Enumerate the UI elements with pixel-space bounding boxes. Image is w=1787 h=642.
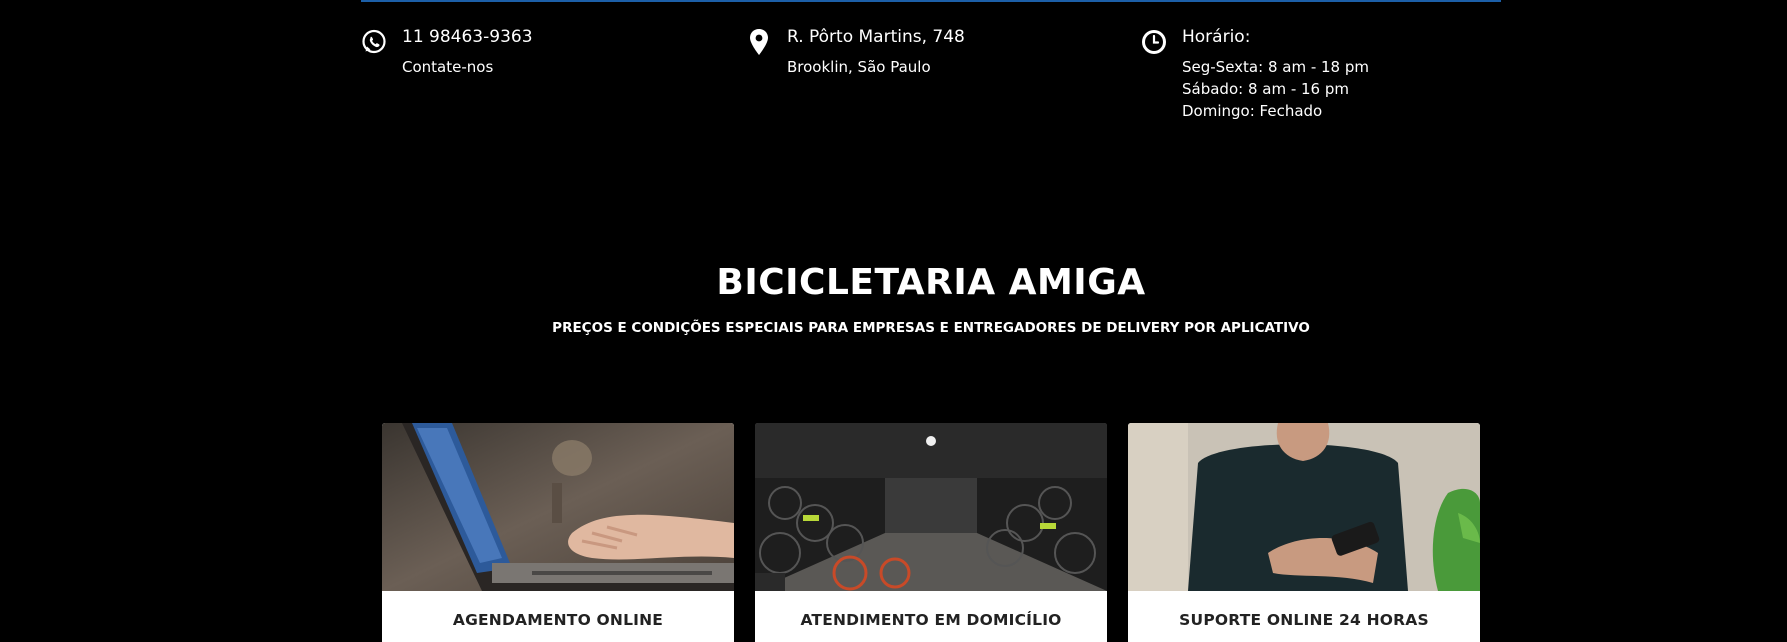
map-pin-icon bbox=[745, 28, 773, 56]
page-title: BICICLETARIA AMIGA bbox=[716, 262, 1146, 303]
page-subtitle: PREÇOS E CONDIÇÕES ESPECIAIS PARA EMPRES… bbox=[552, 320, 1310, 336]
address-street: R. Pôrto Martins, 748 bbox=[787, 27, 965, 47]
top-divider bbox=[361, 0, 1501, 2]
hours-line-saturday: Sábado: 8 am - 16 pm bbox=[1182, 80, 1349, 98]
card-title[interactable]: ATENDIMENTO EM DOMICÍLIO bbox=[755, 611, 1107, 629]
service-card-support[interactable]: SUPORTE ONLINE 24 HORAS bbox=[1128, 423, 1480, 642]
contact-label[interactable]: Contate-nos bbox=[402, 56, 533, 78]
page: 11 98463-9363 Contate-nos R. Pôrto Marti… bbox=[0, 0, 1787, 642]
phone-number[interactable]: 11 98463-9363 bbox=[402, 26, 533, 48]
laptop-typing-image bbox=[382, 423, 734, 591]
whatsapp-icon bbox=[360, 28, 388, 56]
service-card-scheduling[interactable]: AGENDAMENTO ONLINE bbox=[382, 423, 734, 642]
hours-line-weekdays: Seg-Sexta: 8 am - 18 pm bbox=[1182, 58, 1369, 76]
card-title[interactable]: SUPORTE ONLINE 24 HORAS bbox=[1128, 611, 1480, 629]
contact-phone[interactable]: 11 98463-9363 Contate-nos bbox=[360, 26, 533, 78]
person-phone-image bbox=[1128, 423, 1480, 591]
bike-parking-image bbox=[755, 423, 1107, 591]
contact-hours: Horário: Seg-Sexta: 8 am - 18 pm Sábado:… bbox=[1140, 26, 1369, 122]
clock-icon bbox=[1140, 28, 1168, 56]
address-district: Brooklin, São Paulo bbox=[787, 58, 931, 76]
hours-title: Horário: bbox=[1182, 27, 1251, 47]
contact-address[interactable]: R. Pôrto Martins, 748 Brooklin, São Paul… bbox=[745, 26, 965, 78]
service-card-home-service[interactable]: ATENDIMENTO EM DOMICÍLIO bbox=[755, 423, 1107, 642]
hours-line-sunday: Domingo: Fechado bbox=[1182, 102, 1323, 120]
card-title[interactable]: AGENDAMENTO ONLINE bbox=[382, 611, 734, 629]
